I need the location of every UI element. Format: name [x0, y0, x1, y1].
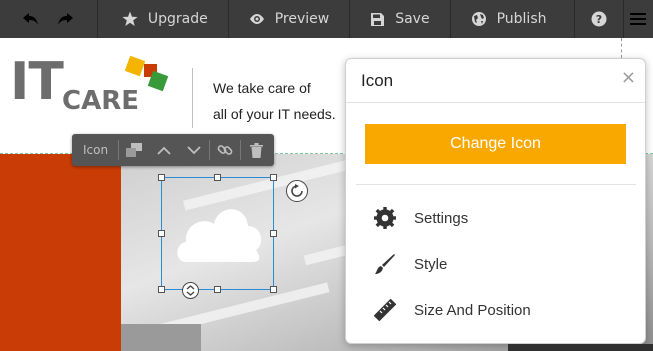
hero-orange-block[interactable]	[0, 154, 121, 351]
vertical-size-handle[interactable]	[182, 282, 199, 299]
resize-handle-e[interactable]	[270, 230, 277, 237]
tagline[interactable]: We take care of all of your IT needs.	[213, 75, 336, 127]
panel-divider	[346, 102, 645, 103]
preview-label: Preview	[274, 11, 330, 27]
panel-item-style[interactable]: Style	[374, 249, 447, 279]
chevron-up-down-icon	[186, 285, 195, 296]
server-rack	[121, 324, 201, 351]
publish-button[interactable]: Publish	[451, 0, 576, 38]
globe-icon	[471, 12, 486, 26]
resize-handle-ne[interactable]	[270, 174, 277, 181]
panel-item-size-position[interactable]: Size And Position	[374, 295, 531, 325]
delete-button[interactable]	[241, 134, 271, 166]
close-icon[interactable]: ×	[621, 67, 636, 88]
hamburger-menu-icon	[630, 13, 647, 25]
tagline-line-1: We take care of	[213, 80, 311, 96]
logo-care-text: CARE	[62, 86, 139, 116]
arrange-button[interactable]	[119, 134, 149, 166]
eye-icon	[249, 14, 264, 24]
resize-handle-sw[interactable]	[158, 286, 165, 293]
floppy-disk-icon	[371, 12, 385, 26]
resize-handle-n[interactable]	[214, 174, 221, 181]
element-type-label: Icon	[72, 140, 120, 160]
save-button[interactable]: Save	[350, 0, 451, 38]
undo-redo-group	[0, 0, 98, 38]
logo-square-green	[147, 70, 169, 92]
panel-title: Icon	[361, 71, 394, 90]
svg-text:?: ?	[596, 13, 602, 26]
help-button[interactable]: ?	[575, 0, 624, 38]
save-label: Save	[395, 11, 430, 27]
editor-toolbar: Upgrade Preview Save Publish ?	[0, 0, 653, 38]
trash-icon	[249, 142, 263, 158]
cloud-icon	[177, 209, 262, 262]
link-icon	[217, 145, 233, 155]
preview-button[interactable]: Preview	[229, 0, 351, 38]
gear-icon	[374, 207, 396, 229]
link-button[interactable]	[210, 134, 240, 166]
guide-line	[621, 38, 622, 58]
brush-icon	[375, 254, 395, 274]
move-up-button[interactable]	[149, 134, 179, 166]
rotate-icon	[291, 184, 303, 197]
move-down-button[interactable]	[179, 134, 209, 166]
ruler-icon	[374, 299, 396, 321]
resize-handle-nw[interactable]	[158, 174, 165, 181]
panel-item-label: Style	[414, 255, 448, 273]
star-icon	[122, 11, 138, 26]
redo-icon[interactable]	[56, 11, 74, 27]
logo-square-yellow	[124, 55, 146, 77]
hero-dark-strip	[508, 344, 653, 351]
undo-icon[interactable]	[22, 11, 40, 27]
layers-icon	[126, 143, 143, 157]
upgrade-label: Upgrade	[147, 11, 208, 27]
chevron-up-icon	[157, 146, 171, 155]
selected-icon-element[interactable]	[158, 174, 277, 293]
panel-divider	[356, 184, 636, 185]
panel-item-settings[interactable]: Settings	[374, 203, 468, 233]
icon-settings-panel: Icon × Change Icon Settings Style Size A…	[345, 58, 646, 344]
chevron-down-icon	[187, 145, 201, 154]
panel-item-label: Size And Position	[414, 301, 531, 319]
logo-it-text: IT	[10, 52, 64, 112]
resize-handle-se[interactable]	[270, 286, 277, 293]
menu-button[interactable]	[624, 0, 653, 38]
change-icon-button[interactable]: Change Icon	[365, 124, 626, 164]
upgrade-button[interactable]: Upgrade	[98, 0, 229, 38]
rotate-handle[interactable]	[286, 180, 308, 202]
resize-handle-s[interactable]	[214, 286, 221, 293]
site-logo[interactable]: IT CARE	[10, 52, 180, 118]
tagline-line-2: all of your IT needs.	[213, 106, 336, 122]
resize-handle-w[interactable]	[158, 230, 165, 237]
publish-label: Publish	[496, 11, 547, 27]
element-toolbar: Icon	[72, 134, 274, 166]
header-divider	[192, 68, 193, 128]
panel-item-label: Settings	[414, 209, 469, 227]
help-icon: ?	[591, 11, 607, 27]
